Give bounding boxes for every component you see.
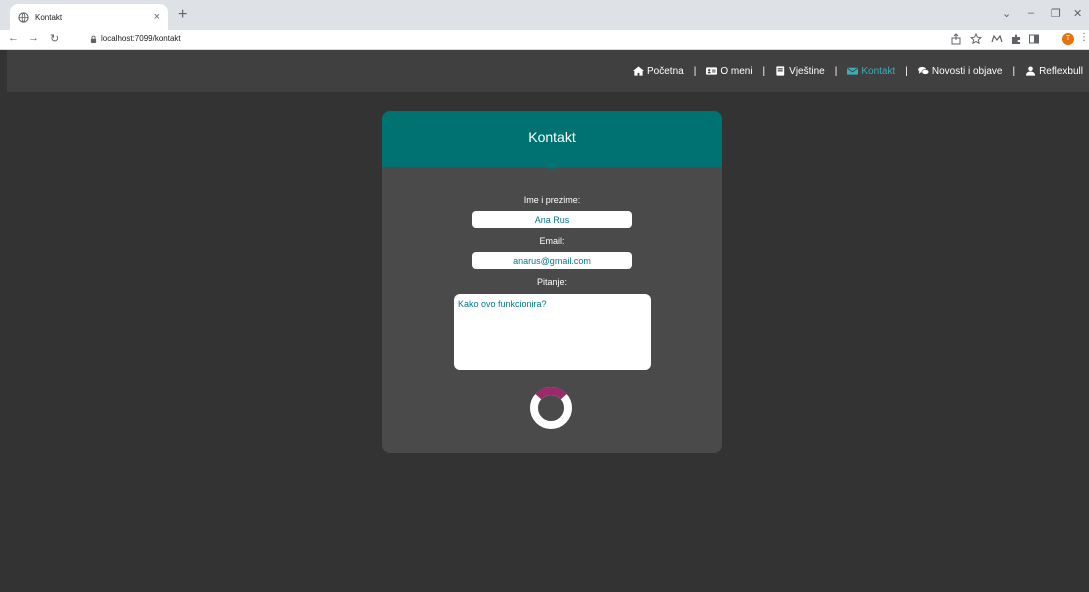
browser-tab[interactable]: Kontakt × <box>10 4 168 30</box>
profile-avatar[interactable]: T <box>1062 33 1074 45</box>
lock-icon <box>90 35 97 43</box>
bookmark-star-icon[interactable] <box>970 33 982 45</box>
minimize-icon[interactable]: – <box>1028 7 1034 19</box>
loading-spinner[interactable] <box>529 386 573 430</box>
contact-card: Kontakt Ime i prezime: Email: Pitanje: K… <box>382 111 722 453</box>
nav-label: Novosti i objave <box>931 65 1003 77</box>
name-label: Ime i prezime: <box>523 195 581 205</box>
question-field[interactable]: Kako ovo funkcionira? <box>454 294 651 370</box>
card-title: Kontakt <box>528 129 576 145</box>
nav-item-kontakt[interactable]: Kontakt <box>847 66 895 77</box>
nav-item-vjestine[interactable]: Vještine <box>775 66 825 77</box>
nav-label: Reflexbull <box>1039 65 1083 77</box>
tab-search-icon[interactable]: ⌄ <box>1002 7 1011 20</box>
side-panel-icon[interactable] <box>1028 33 1040 45</box>
top-navigation: Početna | O meni | Vještine | Kontakt | … <box>7 50 1089 92</box>
id-card-icon <box>706 67 718 75</box>
envelope-icon <box>847 67 859 75</box>
globe-icon <box>18 11 29 23</box>
close-tab-icon[interactable]: × <box>154 11 160 23</box>
url-text: localhost:7099/kontakt <box>101 34 181 43</box>
nav-separator: | <box>762 65 766 77</box>
email-field[interactable] <box>472 252 632 269</box>
share-icon[interactable] <box>950 33 962 45</box>
email-label: Email: <box>539 236 565 246</box>
close-window-icon[interactable]: ✕ <box>1073 7 1082 20</box>
nav-label: Kontakt <box>861 65 896 77</box>
nav-item-reflexbull[interactable]: Reflexbull <box>1025 66 1083 77</box>
address-bar: ← → ↻ localhost:7099/kontakt T ⋮ <box>0 30 1089 50</box>
user-icon <box>1025 66 1036 76</box>
restore-icon[interactable]: ❐ <box>1051 7 1061 20</box>
page: Početna | O meni | Vještine | Kontakt | … <box>7 50 1089 592</box>
nav-label: Vještine <box>789 65 825 77</box>
nav-item-pocetna[interactable]: Početna <box>633 66 684 77</box>
back-icon[interactable]: ← <box>8 32 19 44</box>
name-field[interactable] <box>472 211 632 228</box>
nav-label: Početna <box>647 65 684 77</box>
nav-item-novosti[interactable]: Novosti i objave <box>918 65 1003 77</box>
header-notch <box>382 157 722 169</box>
reload-icon[interactable]: ↻ <box>50 32 59 45</box>
url-field[interactable]: localhost:7099/kontakt <box>90 34 181 43</box>
tab-title: Kontakt <box>35 12 63 22</box>
comments-icon <box>918 66 929 75</box>
nav-separator: | <box>905 65 908 77</box>
home-icon <box>633 66 644 76</box>
extension-icon[interactable] <box>991 33 1003 45</box>
forward-icon[interactable]: → <box>28 32 39 44</box>
nav-label: O meni <box>720 65 753 77</box>
question-label: Pitanje: <box>536 277 568 287</box>
new-tab-button[interactable]: + <box>178 6 187 24</box>
nav-separator: | <box>693 65 697 77</box>
nav-separator: | <box>834 65 838 77</box>
book-icon <box>776 66 785 76</box>
menu-dots-icon[interactable]: ⋮ <box>1079 32 1089 43</box>
browser-tabstrip: Kontakt × + ⌄ – ❐ ✕ <box>0 0 1089 30</box>
nav-separator: | <box>1012 65 1016 77</box>
nav-item-o-meni[interactable]: O meni <box>706 65 753 77</box>
puzzle-icon[interactable] <box>1010 33 1022 45</box>
